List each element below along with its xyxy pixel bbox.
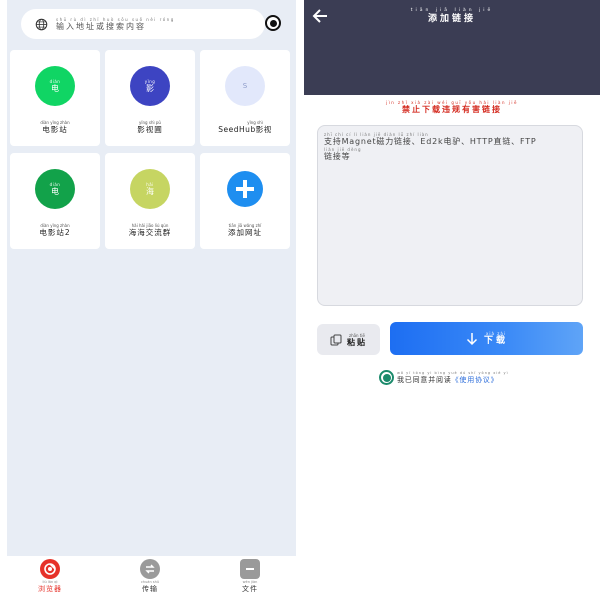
placeholder-line-2: 链接等: [324, 152, 351, 161]
radio-checked-dot-icon: [382, 373, 391, 382]
tile-circle-icon: diàn 电: [35, 169, 75, 209]
nav-tab-files[interactable]: wén jiàn 文件: [220, 559, 280, 594]
tile-label: 海海交流群: [128, 228, 172, 237]
search-input[interactable]: shū rù dì zhǐ huò sōu suǒ nèi róng 输入地址或…: [56, 17, 175, 32]
tile-circle-icon: yǐng 影: [130, 66, 170, 106]
file-icon: [240, 559, 260, 579]
nav-tab-transfer[interactable]: chuán shū 传输: [120, 559, 180, 594]
usage-agreement-link[interactable]: 《使用协议》: [452, 376, 499, 384]
header-bar: tiān jiā liàn jiē 添加链接: [304, 0, 600, 95]
screenshot-root: shū rù dì zhǐ huò sōu suǒ nèi róng 输入地址或…: [0, 0, 600, 600]
copy-icon: [330, 334, 342, 345]
tile-circle-char: 电: [51, 84, 59, 93]
globe-icon: [35, 18, 48, 30]
tile-circle-icon: hǎi 海: [130, 169, 170, 209]
add-website-tile[interactable]: tiān jiā wǎng zhǐ 添加网址: [200, 153, 290, 249]
warning-text: 禁止下载违规有害链接: [402, 105, 502, 114]
browser-icon: [40, 559, 60, 579]
shortcut-tile-video-garden[interactable]: yǐng 影 yǐng shì pǔ 影视圃: [105, 50, 195, 146]
download-arrow-icon: [466, 332, 478, 345]
tile-circle-char: 电: [51, 187, 59, 196]
tile-circle-icon: S: [225, 66, 265, 106]
paste-label: 粘贴: [347, 337, 367, 347]
tile-label: 电影站: [42, 125, 68, 134]
agreement-text: 我已同意并阅读: [397, 375, 452, 384]
tile-circle-char: S: [242, 81, 248, 90]
tile-circle-char: 影: [146, 84, 154, 93]
nav-label: 文件: [242, 585, 258, 593]
browser-screen: shū rù dì zhǐ huò sōu suǒ nèi róng 输入地址或…: [7, 0, 296, 600]
tile-label: 电影站2: [39, 228, 71, 237]
tile-circle-icon: diàn 电: [35, 66, 75, 106]
address-search-bar[interactable]: shū rù dì zhǐ huò sōu suǒ nèi róng 输入地址或…: [21, 9, 265, 39]
page-title-text: 添加链接: [427, 14, 476, 24]
nav-tab-browser[interactable]: liú lǎn qì 浏览器: [20, 559, 80, 594]
download-label: 下载: [483, 335, 508, 346]
placeholder-line-1: 支持Magnet磁力链接、Ed2k电驴、HTTP直链、FTP: [324, 137, 537, 146]
nav-label: 传输: [142, 585, 158, 593]
plus-icon: [227, 171, 263, 207]
shortcut-tile-haihai-group[interactable]: hǎi 海 hǎi hǎi jiāo liú qún 海海交流群: [105, 153, 195, 249]
agreement-radio[interactable]: [379, 370, 394, 385]
add-link-screen: tiān jiā liàn jiē 添加链接 jìn zhǐ xià zài w…: [304, 0, 600, 600]
shortcut-tile-seedhub[interactable]: S yǐng shì SeedHub影视: [200, 50, 290, 146]
tile-label: 添加网址: [228, 228, 262, 237]
download-button[interactable]: xià zài 下载: [390, 322, 583, 355]
shortcut-tile-movie-station-2[interactable]: diàn 电 diàn yǐng zhàn 电影站2: [10, 153, 100, 249]
tile-label: SeedHub影视: [218, 125, 272, 134]
paste-button[interactable]: zhān tiē 粘贴: [317, 324, 380, 355]
link-input-area[interactable]: zhī chí cí lì liàn jiē diàn lǘ zhí liàn …: [317, 125, 583, 306]
search-placeholder-pinyin: shū rù dì zhǐ huò sōu suǒ nèi róng: [56, 16, 175, 22]
tile-circle-char: 海: [146, 187, 154, 196]
search-placeholder: 输入地址或搜索内容: [56, 21, 146, 31]
tile-label: 影视圃: [137, 125, 163, 134]
page-title: tiān jiā liàn jiē 添加链接: [304, 8, 600, 25]
transfer-icon: [140, 559, 160, 579]
warning-notice: jìn zhǐ xià zài wéi guī yǒu hài liàn jiē…: [304, 100, 600, 115]
shortcut-tile-movie-station[interactable]: diàn 电 diàn yǐng zhàn 电影站: [10, 50, 100, 146]
nav-label: 浏览器: [38, 585, 62, 593]
bottom-nav: liú lǎn qì 浏览器 chuán shū 传输 wén jiàn 文件: [7, 556, 296, 600]
plus-glyph-icon: [236, 180, 254, 198]
agreement-row[interactable]: wǒ yǐ tóng yì bìng yuè dú shǐ yòng xié y…: [379, 370, 509, 385]
scan-target-button[interactable]: [265, 15, 281, 31]
target-dot-icon: [269, 19, 277, 27]
